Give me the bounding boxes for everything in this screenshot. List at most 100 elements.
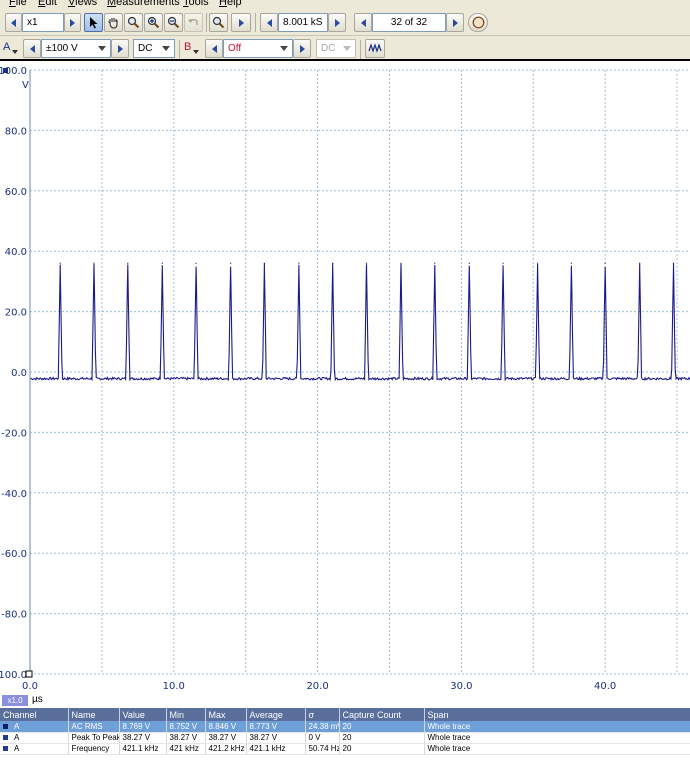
- select-tool-button[interactable]: [84, 13, 103, 32]
- column-header-name[interactable]: Name: [68, 708, 120, 721]
- pulse-peak-point: [263, 262, 265, 264]
- column-header-capture-count[interactable]: Capture Count: [339, 708, 425, 721]
- y-axis-unit: V: [22, 80, 29, 91]
- capture-toolbar: x1 8.001 kS 32 of 32: [0, 9, 690, 36]
- menu-views[interactable]: Views: [68, 0, 97, 8]
- table-cell: 8.846 V: [205, 721, 247, 733]
- channel-a-range-select[interactable]: ±100 V: [41, 39, 111, 58]
- pulse-peak-point: [365, 262, 368, 264]
- y-tick-label: -20.0: [1, 428, 27, 439]
- zoom-tool-button[interactable]: [124, 13, 143, 32]
- column-header-channel[interactable]: Channel: [0, 708, 69, 721]
- menu-measurements[interactable]: Measurements: [107, 0, 180, 8]
- waveform-icon: [368, 43, 382, 53]
- y-tick-label: -100.0: [0, 670, 27, 681]
- table-cell: 38.27 V: [246, 732, 306, 744]
- signal-generator-button[interactable]: [365, 39, 385, 58]
- left-arrow-icon: [211, 44, 217, 53]
- table-cell: 24.38 mV: [305, 721, 340, 733]
- table-cell: 20: [339, 721, 425, 733]
- toolbar-separator: [206, 13, 207, 32]
- zoom-in-button[interactable]: [144, 13, 163, 32]
- channel-a-label: A: [3, 41, 11, 53]
- x-tick-label: 0.0: [22, 681, 38, 692]
- channel-b-range-up-button[interactable]: [293, 39, 311, 58]
- samples-up-button[interactable]: [328, 13, 346, 32]
- column-header-max[interactable]: Max: [205, 708, 247, 721]
- y-tick-label: -80.0: [1, 610, 27, 621]
- channel-b-dropdown-icon[interactable]: [193, 50, 199, 54]
- channel-b-range-value: Off: [228, 43, 242, 54]
- channel-b-range-select[interactable]: Off: [223, 39, 293, 58]
- capture-next-button[interactable]: [446, 13, 464, 32]
- zoom-step-right-button[interactable]: [231, 13, 251, 32]
- channel-a-range-up-button[interactable]: [111, 39, 129, 58]
- zoom-fit-icon: [212, 16, 225, 29]
- pulse-peak-point: [161, 262, 163, 264]
- column-header-sigma[interactable]: σ: [305, 708, 340, 721]
- zoom-prev-button[interactable]: [5, 13, 22, 32]
- pulse-peak-point: [195, 262, 197, 264]
- channel-a-axis-marker[interactable]: [3, 68, 8, 73]
- ruler-handle-icon[interactable]: [25, 670, 33, 678]
- table-row[interactable]: A Peak To Peak 38.27 V 38.27 V 38.27 V 3…: [0, 732, 690, 744]
- chevron-down-icon: [280, 46, 288, 51]
- channel-b-range-down-button[interactable]: [205, 39, 223, 58]
- table-cell: 8.773 V: [246, 721, 306, 733]
- row-marker-icon: [3, 724, 8, 730]
- table-cell: 421.1 kHz: [119, 743, 167, 755]
- column-header-span[interactable]: Span: [424, 708, 690, 721]
- column-header-value[interactable]: Value: [119, 708, 167, 721]
- capture-prev-button[interactable]: [354, 13, 372, 32]
- table-row[interactable]: A AC RMS 8.769 V 8.752 V 8.846 V 8.773 V…: [0, 721, 690, 733]
- capture-counter-field[interactable]: 32 of 32: [372, 13, 446, 32]
- chevron-down-icon: [343, 46, 351, 51]
- table-cell: 8.769 V: [119, 721, 167, 733]
- table-row[interactable]: A Frequency 421.1 kHz 421 kHz 421.2 kHz …: [0, 743, 690, 755]
- zoom-in-icon: [147, 16, 160, 29]
- channel-b-label: B: [184, 41, 192, 53]
- x-tick-label: 20.0: [306, 681, 328, 692]
- pulse-peak-point: [127, 262, 129, 264]
- table-cell: 20: [339, 743, 425, 755]
- menu-file[interactable]: File: [9, 0, 27, 8]
- pulse-peak-point: [639, 262, 641, 264]
- samples-field[interactable]: 8.001 kS: [278, 13, 328, 32]
- menu-tools[interactable]: Tools: [183, 0, 209, 8]
- undo-zoom-button[interactable]: [184, 13, 203, 32]
- x-tick-label: 10.0: [163, 681, 185, 692]
- zoom-next-button[interactable]: [64, 13, 81, 32]
- table-cell: 421.1 kHz: [246, 743, 306, 755]
- channel-a-coupling-select[interactable]: DC: [133, 39, 175, 58]
- channel-a-range-down-button[interactable]: [23, 39, 41, 58]
- y-tick-label: 80.0: [5, 126, 27, 137]
- pulse-peak-point: [93, 262, 95, 264]
- channel-b-coupling-select[interactable]: DC: [316, 39, 356, 58]
- compass-icon: [472, 16, 484, 29]
- hand-tool-button[interactable]: [104, 13, 123, 32]
- scope-view[interactable]: 100.080.060.040.020.00.0-20.0-40.0-60.0-…: [0, 62, 690, 706]
- samples-down-button[interactable]: [260, 13, 278, 32]
- channel-a-dropdown-icon[interactable]: [12, 50, 18, 54]
- toolbar-separator: [360, 40, 361, 59]
- chevron-down-icon: [98, 46, 106, 51]
- toolbar-separator: [255, 13, 256, 32]
- table-cell: 8.752 V: [166, 721, 206, 733]
- time-axis-info: x1.0 µs: [0, 694, 690, 707]
- table-cell: Whole trace: [424, 743, 690, 755]
- buffer-navigator-button[interactable]: [468, 13, 488, 32]
- menu-help[interactable]: Help: [219, 0, 242, 8]
- zoom-factor-field[interactable]: x1: [22, 13, 64, 32]
- row-marker-icon: [3, 735, 8, 741]
- y-tick-label: 20.0: [5, 308, 27, 319]
- zoom-out-button[interactable]: [164, 13, 183, 32]
- column-header-min[interactable]: Min: [166, 708, 206, 721]
- zoom-overview-button[interactable]: [209, 13, 228, 32]
- measurements-table: Channel Name Value Min Max Average σ Cap…: [0, 708, 690, 755]
- menu-edit[interactable]: Edit: [38, 0, 57, 8]
- y-tick-label: -40.0: [1, 489, 27, 500]
- pulse-peak-point: [468, 262, 470, 264]
- right-arrow-icon: [117, 44, 123, 53]
- column-header-average[interactable]: Average: [246, 708, 306, 721]
- picoscope-window: File Edit Views Measurements Tools Help …: [0, 0, 690, 765]
